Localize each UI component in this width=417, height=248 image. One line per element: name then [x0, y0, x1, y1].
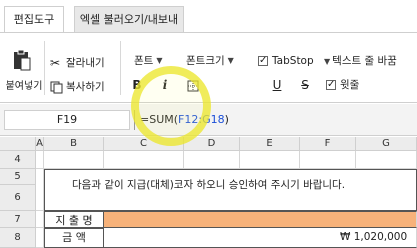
cut-label: 잘라내기 — [66, 57, 105, 69]
expense-name-value-cell[interactable] — [104, 211, 417, 228]
cell-reference-box[interactable]: F19 — [4, 110, 130, 130]
font-dropdown[interactable]: 폰트 ▼ — [134, 53, 162, 69]
grid-corner[interactable] — [0, 137, 36, 151]
tabstop-checkbox[interactable]: TabStop — [258, 53, 314, 69]
ribbon-separator — [120, 41, 121, 95]
checkbox-icon — [326, 77, 336, 93]
grid-cell[interactable] — [44, 151, 104, 169]
row-header-4[interactable]: 4 — [0, 151, 36, 169]
column-header-f[interactable]: F — [300, 137, 356, 151]
underline-button[interactable]: U — [270, 77, 284, 93]
scissors-icon: ✂ — [50, 55, 61, 70]
column-header-e[interactable]: E — [240, 137, 300, 151]
checkbox-icon — [258, 53, 268, 69]
row-header-8[interactable]: 8 — [0, 228, 36, 248]
amount-value-text: ₩ 1,020,000 — [340, 231, 408, 243]
wrap-text-label: 텍스트 줄 바꿈 — [332, 55, 397, 67]
grid-cell[interactable] — [36, 228, 44, 248]
grid-cell[interactable] — [240, 151, 300, 169]
amount-label-cell[interactable]: 금 액 — [44, 228, 104, 248]
gridline-checkbox[interactable]: 윗줄 — [326, 77, 359, 93]
tab-excel-import-export[interactable]: 엑셀 불러오기/내보내기 — [74, 6, 184, 52]
strikethrough-button[interactable]: S — [298, 77, 312, 93]
grid-cell[interactable] — [36, 169, 44, 211]
grid-cell[interactable] — [104, 151, 184, 169]
copy-button[interactable]: 복사하기 — [50, 79, 105, 95]
grid-cell[interactable] — [300, 151, 356, 169]
cut-button[interactable]: ✂ 잘라내기 — [50, 55, 105, 71]
tab-edit-tools[interactable]: 편집도구 — [4, 6, 64, 32]
formula-suffix: ) — [224, 113, 229, 126]
font-size-dropdown[interactable]: 폰트크기 ▼ — [186, 53, 234, 69]
spreadsheet-grid: A B C D E F G 4 5 6 7 8 다음과 같이 지급(대체)코자 … — [0, 137, 417, 248]
row-header-5[interactable]: 5 — [0, 169, 36, 185]
tabstop-label: TabStop — [272, 55, 314, 67]
font-size-label: 폰트크기 — [186, 55, 225, 67]
highlight-circle — [131, 66, 211, 146]
paste-label: 붙여넣기 — [5, 81, 43, 92]
wrap-text-checkbox[interactable]: ▼ 텍스트 줄 바꿈 — [324, 53, 397, 69]
grid-cell[interactable] — [36, 151, 44, 169]
tab-bar: 편집도구 엑셀 불러오기/내보내기 — [0, 0, 417, 52]
paste-button[interactable]: 붙여넣기 — [4, 45, 42, 97]
chevron-down-icon: ▼ — [324, 57, 331, 66]
grid-cell[interactable] — [36, 211, 44, 228]
row-header-6[interactable]: 6 — [0, 185, 36, 211]
font-label: 폰트 — [134, 55, 154, 67]
ribbon-separator — [44, 41, 45, 95]
clipboard-icon — [14, 49, 31, 71]
copy-icon — [50, 81, 63, 93]
column-header-g[interactable]: G — [356, 137, 417, 151]
column-header-b[interactable]: B — [44, 137, 104, 151]
expense-name-label-cell[interactable]: 지 출 명 — [44, 211, 104, 228]
column-header-a[interactable]: A — [36, 137, 44, 151]
copy-label: 복사하기 — [66, 81, 105, 93]
grid-cell[interactable] — [184, 151, 240, 169]
chevron-down-icon: ▼ — [227, 56, 234, 65]
grid-cell[interactable] — [356, 151, 417, 169]
notice-text: 다음과 같이 지급(대체)코자 하오니 승인하여 주시기 바랍니다. — [72, 179, 346, 191]
row-header-7[interactable]: 7 — [0, 211, 36, 228]
gridline-label: 윗줄 — [340, 79, 360, 91]
